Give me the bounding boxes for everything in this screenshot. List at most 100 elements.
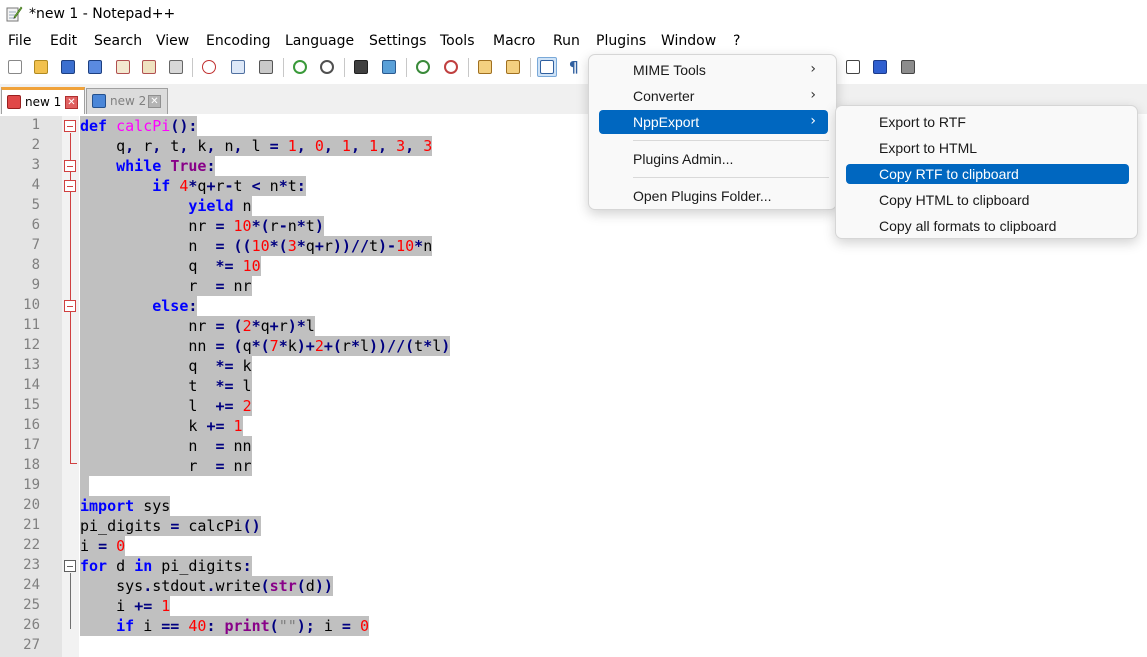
code-text[interactable]: t *= l xyxy=(80,376,252,396)
menu-item-export-html[interactable]: Export to HTML xyxy=(846,138,1129,158)
code-text[interactable]: if i == 40: print(""); i = 0 xyxy=(80,616,369,636)
code-line[interactable]: 17 n = nn xyxy=(0,436,1147,456)
word-wrap-icon[interactable] xyxy=(537,57,557,77)
code-line[interactable]: 15 l += 2 xyxy=(0,396,1147,416)
code-line[interactable]: 10 else: xyxy=(0,296,1147,316)
menu-item-copy-html[interactable]: Copy HTML to clipboard xyxy=(846,190,1129,210)
cut-icon[interactable] xyxy=(199,57,219,77)
save-all-icon[interactable] xyxy=(85,57,105,77)
menu-language[interactable]: Language xyxy=(285,33,354,49)
code-text[interactable] xyxy=(80,476,90,496)
menu-macro[interactable]: Macro xyxy=(493,33,535,49)
new-file-icon[interactable] xyxy=(5,57,25,77)
copy-icon[interactable] xyxy=(228,57,248,77)
close-icon[interactable] xyxy=(113,57,133,77)
menu-plugins[interactable]: Plugins xyxy=(589,30,653,52)
code-line[interactable]: 8 q *= 10 xyxy=(0,256,1147,276)
code-line[interactable]: 21 pi_digits = calcPi() xyxy=(0,516,1147,536)
show-all-chars-icon[interactable]: ¶ xyxy=(566,57,586,77)
paste-icon[interactable] xyxy=(256,57,276,77)
code-text[interactable]: if 4*q+r-t < n*t: xyxy=(80,176,306,196)
code-text[interactable]: q *= k xyxy=(80,356,252,376)
zoom-in-icon[interactable] xyxy=(413,57,433,77)
code-text[interactable]: def calcPi(): xyxy=(80,116,198,136)
code-text[interactable]: i += 1 xyxy=(80,596,171,616)
redo-icon[interactable] xyxy=(317,57,337,77)
code-text[interactable]: pi_digits = calcPi() xyxy=(80,516,261,536)
code-text[interactable]: for d in pi_digits: xyxy=(80,556,252,576)
close-all-icon[interactable] xyxy=(139,57,159,77)
tab-close-icon[interactable]: ✕ xyxy=(65,96,78,109)
code-text[interactable]: r = nr xyxy=(80,276,252,296)
menu-file[interactable]: File xyxy=(8,33,31,49)
run-macro-multiple-icon[interactable] xyxy=(870,57,890,77)
print-icon[interactable] xyxy=(166,57,186,77)
open-file-icon[interactable] xyxy=(31,57,51,77)
code-text[interactable]: q, r, t, k, n, l = 1, 0, 1, 1, 3, 3 xyxy=(80,136,433,156)
code-line[interactable]: 16 k += 1 xyxy=(0,416,1147,436)
menu-item-copy-all-formats[interactable]: Copy all formats to clipboard xyxy=(846,216,1129,236)
zoom-out-icon[interactable] xyxy=(441,57,461,77)
code-line[interactable]: 12 nn = (q*(7*k)+2+(r*l))//(t*l) xyxy=(0,336,1147,356)
menu-view[interactable]: View xyxy=(156,33,189,49)
menu-item-label: Copy RTF to clipboard xyxy=(879,166,1019,182)
menu-tools[interactable]: Tools xyxy=(440,33,475,49)
menu-item-nppexport[interactable]: NppExport › xyxy=(599,110,828,134)
code-line[interactable]: 18 r = nr xyxy=(0,456,1147,476)
tab-label: new 2 xyxy=(110,94,147,108)
menu-item-open-plugins-folder[interactable]: Open Plugins Folder... xyxy=(599,184,828,208)
menu-run[interactable]: Run xyxy=(553,33,580,49)
code-text[interactable]: import sys xyxy=(80,496,171,516)
code-line[interactable]: 11 nr = (2*q+r)*l xyxy=(0,316,1147,336)
code-text[interactable]: i = 0 xyxy=(80,536,126,556)
code-line[interactable]: 14 t *= l xyxy=(0,376,1147,396)
menu-item-mime-tools[interactable]: MIME Tools › xyxy=(599,58,828,82)
menu-item-copy-rtf[interactable]: Copy RTF to clipboard xyxy=(846,164,1129,184)
menu-settings[interactable]: Settings xyxy=(369,33,426,49)
sync-horizontal-icon[interactable] xyxy=(503,57,523,77)
code-text[interactable]: yield n xyxy=(80,196,252,216)
code-text[interactable]: k += 1 xyxy=(80,416,243,436)
menu-item-export-rtf[interactable]: Export to RTF xyxy=(846,112,1129,132)
save-macro-icon[interactable] xyxy=(898,57,918,77)
tab-close-icon[interactable]: ✕ xyxy=(148,95,161,108)
find-icon[interactable] xyxy=(351,57,371,77)
code-line[interactable]: 20 import sys xyxy=(0,496,1147,516)
code-line[interactable]: 7 n = ((10*(3*q+r))//t)-10*n xyxy=(0,236,1147,256)
menu-window[interactable]: Window xyxy=(661,33,716,49)
menu-edit[interactable]: Edit xyxy=(50,33,77,49)
tab-new-1[interactable]: new 1 ✕ xyxy=(1,87,85,114)
undo-icon[interactable] xyxy=(290,57,310,77)
code-text[interactable]: else: xyxy=(80,296,198,316)
tab-new-2[interactable]: new 2 ✕ xyxy=(86,88,168,114)
sync-vertical-icon[interactable] xyxy=(475,57,495,77)
code-line[interactable]: 27 xyxy=(0,636,1147,656)
code-line[interactable]: 25 i += 1 xyxy=(0,596,1147,616)
code-line[interactable]: 19 xyxy=(0,476,1147,496)
menu-encoding[interactable]: Encoding xyxy=(206,33,271,49)
code-line[interactable]: 23 for d in pi_digits: xyxy=(0,556,1147,576)
code-text[interactable]: sys.stdout.write(str(d)) xyxy=(80,576,333,596)
code-text[interactable]: nr = 10*(r-n*t) xyxy=(80,216,324,236)
menu-search[interactable]: Search xyxy=(94,33,142,49)
code-text[interactable]: r = nr xyxy=(80,456,252,476)
code-line[interactable]: 24 sys.stdout.write(str(d)) xyxy=(0,576,1147,596)
menu-item-converter[interactable]: Converter › xyxy=(599,84,828,108)
code-text[interactable]: nr = (2*q+r)*l xyxy=(80,316,315,336)
play-macro-icon[interactable] xyxy=(843,57,863,77)
code-text[interactable]: n = ((10*(3*q+r))//t)-10*n xyxy=(80,236,433,256)
code-text[interactable]: l += 2 xyxy=(80,396,252,416)
replace-icon[interactable] xyxy=(379,57,399,77)
submenu-arrow-icon: › xyxy=(810,87,816,103)
code-line[interactable]: 26 if i == 40: print(""); i = 0 xyxy=(0,616,1147,636)
menu-help[interactable]: ? xyxy=(733,33,740,49)
code-text[interactable]: q *= 10 xyxy=(80,256,261,276)
code-text[interactable]: n = nn xyxy=(80,436,252,456)
code-line[interactable]: 22 i = 0 xyxy=(0,536,1147,556)
menu-item-plugins-admin[interactable]: Plugins Admin... xyxy=(599,147,828,171)
code-text[interactable]: while True: xyxy=(80,156,216,176)
save-icon[interactable] xyxy=(58,57,78,77)
code-line[interactable]: 9 r = nr xyxy=(0,276,1147,296)
code-text[interactable]: nn = (q*(7*k)+2+(r*l))//(t*l) xyxy=(80,336,451,356)
code-line[interactable]: 13 q *= k xyxy=(0,356,1147,376)
